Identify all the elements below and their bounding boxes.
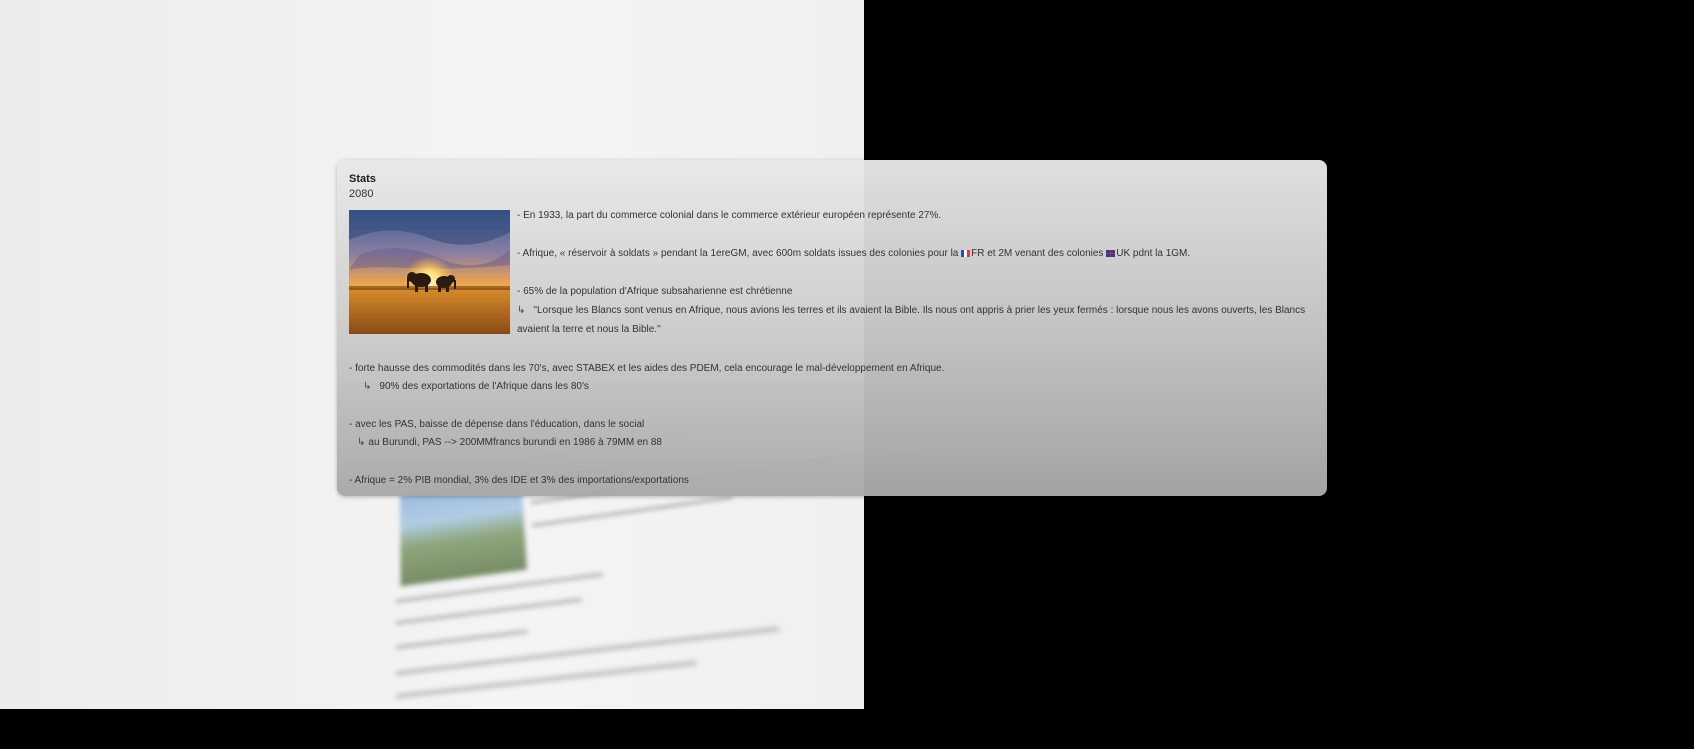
stat-line-2-part-a: - Afrique, « réservoir à soldats » penda… (517, 248, 961, 259)
blurred-line (396, 627, 780, 675)
subitem-arrow-icon: ↳ (357, 437, 365, 448)
stat-quote-line: ↳ "Lorsque les Blancs sont venus en Afriq… (517, 305, 1305, 316)
stat-line-2-part-b: FR et 2M venant des colonies (971, 248, 1106, 259)
stat-line-6-text: 90% des exportations de l'Afrique dans l… (379, 381, 589, 392)
blurred-line (396, 630, 528, 649)
card-title: Stats (349, 173, 376, 185)
france-flag-icon (961, 250, 970, 257)
stat-line-3: - 65% de la population d'Afrique subsaha… (517, 286, 792, 297)
elephant-sunset-photo (349, 210, 510, 334)
stat-line-2: - Afrique, « réservoir à soldats » penda… (517, 248, 1190, 259)
stat-line-2-part-c: UK pdnt la 1GM. (1116, 248, 1190, 259)
uk-flag-icon (1106, 250, 1115, 257)
card-subtitle: 2080 (349, 188, 373, 200)
blurred-line (532, 496, 734, 528)
stat-line-9: - Afrique = 2% PIB mondial, 3% des IDE e… (349, 475, 689, 486)
stat-line-6: ↳ 90% des exportations de l'Afrique dans … (363, 381, 589, 392)
stat-quote-text: "Lorsque les Blancs sont venus en Afriqu… (533, 305, 1305, 316)
stat-line-8: ↳ au Burundi, PAS --> 200MMfrancs burundi… (357, 437, 662, 448)
stat-line-7: - avec les PAS, baisse de dépense dans l… (349, 419, 644, 430)
stat-line-1: - En 1933, la part du commerce colonial … (517, 210, 941, 221)
blurred-line (396, 598, 583, 625)
stat-line-8-text: au Burundi, PAS --> 200MMfrancs burundi … (368, 437, 662, 448)
stats-card[interactable]: Stats 2080 - En 1933, la part du commerc… (337, 160, 1327, 496)
subitem-arrow-icon: ↳ (517, 305, 525, 316)
stat-quote-line-continued: avaient la terre et nous la Bible." (517, 324, 661, 335)
subitem-arrow-icon: ↳ (363, 381, 371, 392)
stat-line-5: - forte hausse des commodités dans les 7… (349, 363, 944, 374)
